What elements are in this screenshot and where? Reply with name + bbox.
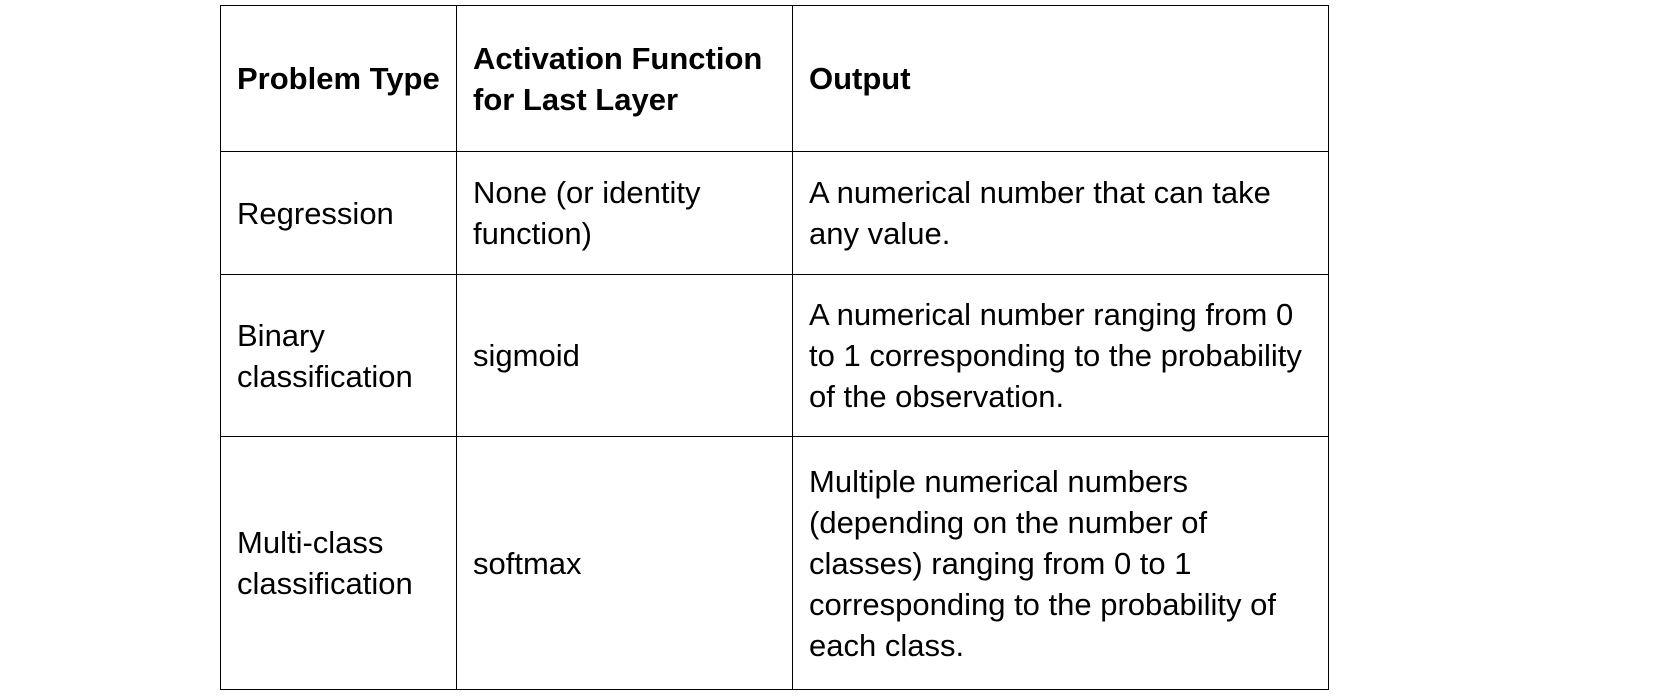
cell-output: A numerical number that can take any val…	[792, 151, 1329, 275]
header-problem-type: Problem Type	[220, 5, 457, 152]
table-row: Binary classification sigmoid A numerica…	[220, 274, 1329, 437]
cell-problem-type: Multi-class classification	[220, 436, 457, 690]
cell-activation-function: None (or identity function)	[456, 151, 793, 275]
cell-activation-function: sigmoid	[456, 274, 793, 437]
activation-function-table: Problem Type Activation Function for Las…	[220, 5, 1329, 690]
table-row: Regression None (or identity function) A…	[220, 151, 1329, 275]
cell-output: Multiple numerical numbers (depending on…	[792, 436, 1329, 690]
table-row: Multi-class classification softmax Multi…	[220, 436, 1329, 690]
cell-problem-type: Regression	[220, 151, 457, 275]
header-output: Output	[792, 5, 1329, 152]
cell-output: A numerical number ranging from 0 to 1 c…	[792, 274, 1329, 437]
cell-problem-type: Binary classification	[220, 274, 457, 437]
header-activation-function: Activation Function for Last Layer	[456, 5, 793, 152]
table-header-row: Problem Type Activation Function for Las…	[220, 5, 1329, 152]
cell-activation-function: softmax	[456, 436, 793, 690]
